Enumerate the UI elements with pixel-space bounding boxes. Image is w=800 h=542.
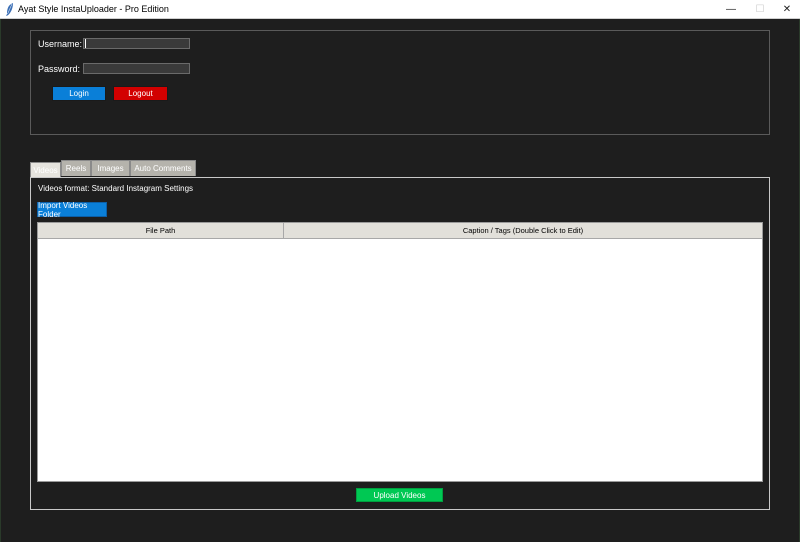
minimize-button[interactable]: —	[716, 0, 746, 19]
tab-reels[interactable]: Reels	[61, 160, 91, 176]
videos-table[interactable]: File Path Caption / Tags (Double Click t…	[37, 222, 763, 482]
import-videos-folder-button[interactable]: Import Videos Folder	[37, 201, 107, 219]
tab-images[interactable]: Images	[91, 160, 130, 176]
column-header-caption-tags[interactable]: Caption / Tags (Double Click to Edit)	[284, 223, 762, 238]
password-input[interactable]	[83, 63, 190, 74]
window-title: Ayat Style InstaUploader - Pro Edition	[18, 4, 169, 14]
feather-icon	[6, 3, 13, 16]
logout-button[interactable]: Logout	[113, 86, 168, 101]
column-header-file-path[interactable]: File Path	[38, 223, 284, 238]
tab-auto-comments[interactable]: Auto Comments	[130, 160, 196, 176]
title-bar[interactable]: Ayat Style InstaUploader - Pro Edition —…	[0, 0, 800, 19]
maximize-button[interactable]: ☐	[745, 0, 775, 19]
close-button[interactable]: ✕	[772, 0, 800, 19]
text-caret	[85, 39, 86, 48]
videos-format-text: Videos format: Standard Instagram Settin…	[38, 184, 194, 193]
login-button[interactable]: Login	[52, 86, 106, 101]
password-label: Password:	[38, 64, 81, 74]
username-input[interactable]	[83, 38, 190, 49]
table-header: File Path Caption / Tags (Double Click t…	[38, 223, 762, 239]
login-panel: Username: Password: Login Logout	[30, 30, 770, 135]
table-body[interactable]	[38, 239, 762, 481]
tab-videos[interactable]: Videos	[30, 162, 61, 177]
videos-tab-panel: Videos format: Standard Instagram Settin…	[30, 177, 770, 510]
upload-videos-button[interactable]: Upload Videos	[356, 488, 443, 502]
window-edge-left	[0, 19, 1, 542]
username-label: Username:	[38, 39, 83, 49]
